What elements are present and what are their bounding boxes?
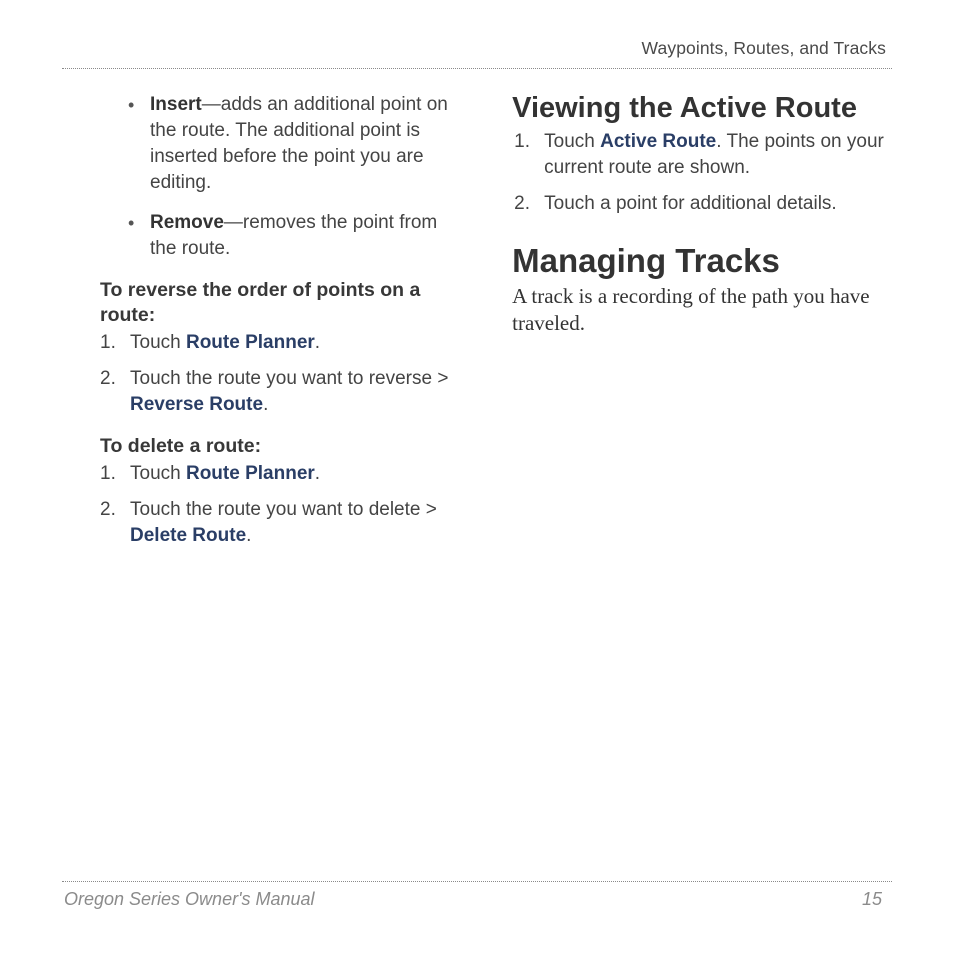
ui-term-delete-route: Delete Route bbox=[130, 525, 246, 546]
step: Touch Route Planner. bbox=[100, 330, 468, 356]
bullet-term: Insert bbox=[150, 94, 202, 115]
steps-reverse: Touch Route Planner. Touch the route you… bbox=[100, 330, 468, 418]
bullet-term: Remove bbox=[150, 212, 224, 233]
step-suffix: . bbox=[315, 332, 320, 353]
step-suffix: . bbox=[263, 394, 268, 415]
steps-viewing: Touch Active Route. The points on your c… bbox=[514, 129, 892, 217]
bullet-dot: • bbox=[128, 92, 150, 196]
step-text: Touch bbox=[130, 463, 186, 484]
subhead-delete: To delete a route: bbox=[100, 434, 468, 459]
step-text: Touch the route you want to reverse > bbox=[130, 368, 448, 389]
header-divider bbox=[62, 68, 892, 69]
step-text: Touch a point for additional details. bbox=[544, 193, 837, 214]
heading-viewing-active-route: Viewing the Active Route bbox=[512, 92, 892, 125]
step-suffix: . bbox=[315, 463, 320, 484]
heading-managing-tracks: Managing Tracks bbox=[512, 243, 892, 279]
step-text: Touch the route you want to delete > bbox=[130, 499, 437, 520]
step: Touch the route you want to reverse > Re… bbox=[100, 366, 468, 418]
ui-term-active-route: Active Route bbox=[600, 131, 716, 152]
ui-term-route-planner: Route Planner bbox=[186, 332, 315, 353]
step: Touch Active Route. The points on your c… bbox=[514, 129, 892, 181]
subhead-reverse: To reverse the order of points on a rout… bbox=[100, 278, 468, 328]
step: Touch the route you want to delete > Del… bbox=[100, 497, 468, 549]
bullet-text: Insert—adds an additional point on the r… bbox=[150, 92, 468, 196]
step: Touch Route Planner. bbox=[100, 461, 468, 487]
step: Touch a point for additional details. bbox=[514, 191, 892, 217]
bullet-item-insert: • Insert—adds an additional point on the… bbox=[128, 92, 468, 196]
bullet-list: • Insert—adds an additional point on the… bbox=[128, 92, 468, 262]
step-text: Touch bbox=[544, 131, 600, 152]
footer-divider bbox=[62, 881, 892, 882]
content-columns: • Insert—adds an additional point on the… bbox=[98, 92, 892, 559]
steps-delete: Touch Route Planner. Touch the route you… bbox=[100, 461, 468, 549]
left-column: • Insert—adds an additional point on the… bbox=[98, 92, 468, 559]
ui-term-route-planner: Route Planner bbox=[186, 463, 315, 484]
step-suffix: . bbox=[246, 525, 251, 546]
footer-manual-title: Oregon Series Owner's Manual bbox=[64, 889, 315, 910]
footer-page-number: 15 bbox=[862, 889, 882, 910]
bullet-text: Remove—removes the point from the route. bbox=[150, 210, 468, 262]
bullet-dot: • bbox=[128, 210, 150, 262]
bullet-item-remove: • Remove—removes the point from the rout… bbox=[128, 210, 468, 262]
step-text: Touch bbox=[130, 332, 186, 353]
ui-term-reverse-route: Reverse Route bbox=[130, 394, 263, 415]
body-managing-tracks: A track is a recording of the path you h… bbox=[512, 283, 892, 337]
right-column: Viewing the Active Route Touch Active Ro… bbox=[512, 92, 892, 559]
header-section-title: Waypoints, Routes, and Tracks bbox=[642, 38, 886, 59]
